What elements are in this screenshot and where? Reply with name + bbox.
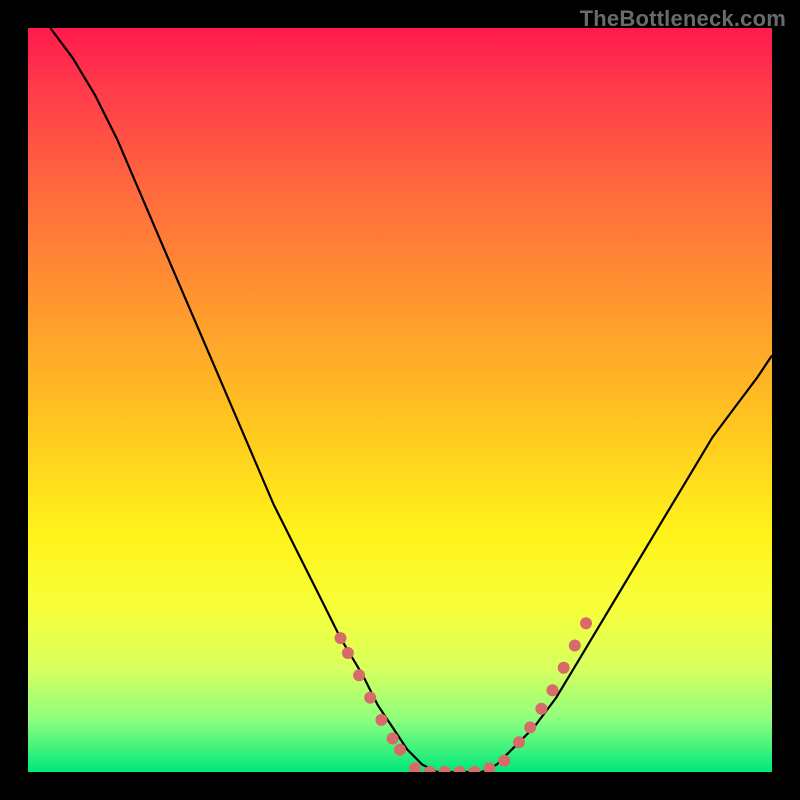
chart-frame: TheBottleneck.com bbox=[0, 0, 800, 800]
curve-layer bbox=[28, 28, 772, 772]
valley-dots-pt-3 bbox=[454, 766, 466, 772]
plot-area bbox=[28, 28, 772, 772]
right-ascent-dots-pt-0 bbox=[513, 736, 525, 748]
valley-dots-pt-6 bbox=[498, 755, 510, 767]
right-ascent-dots bbox=[513, 617, 592, 748]
left-descent-dots-pt-1 bbox=[342, 647, 354, 659]
right-ascent-dots-pt-4 bbox=[558, 662, 570, 674]
right-ascent-dots-pt-2 bbox=[535, 703, 547, 715]
left-descent-dots-pt-6 bbox=[394, 744, 406, 756]
left-descent-dots-pt-4 bbox=[375, 714, 387, 726]
left-descent-dots-pt-2 bbox=[353, 669, 365, 681]
left-descent-dots-pt-0 bbox=[335, 632, 347, 644]
bottleneck-curve bbox=[50, 28, 772, 772]
valley-dots-pt-4 bbox=[468, 766, 480, 772]
watermark-text: TheBottleneck.com bbox=[580, 6, 786, 32]
right-ascent-dots-pt-3 bbox=[547, 684, 559, 696]
valley-dots-pt-5 bbox=[483, 762, 495, 772]
right-ascent-dots-pt-1 bbox=[524, 721, 536, 733]
right-ascent-dots-pt-5 bbox=[569, 640, 581, 652]
left-descent-dots-pt-3 bbox=[364, 692, 376, 704]
valley-dots bbox=[409, 755, 510, 772]
valley-dots-pt-2 bbox=[439, 766, 451, 772]
left-descent-dots bbox=[335, 632, 407, 756]
valley-dots-pt-0 bbox=[409, 762, 421, 772]
right-ascent-dots-pt-6 bbox=[580, 617, 592, 629]
left-descent-dots-pt-5 bbox=[387, 733, 399, 745]
